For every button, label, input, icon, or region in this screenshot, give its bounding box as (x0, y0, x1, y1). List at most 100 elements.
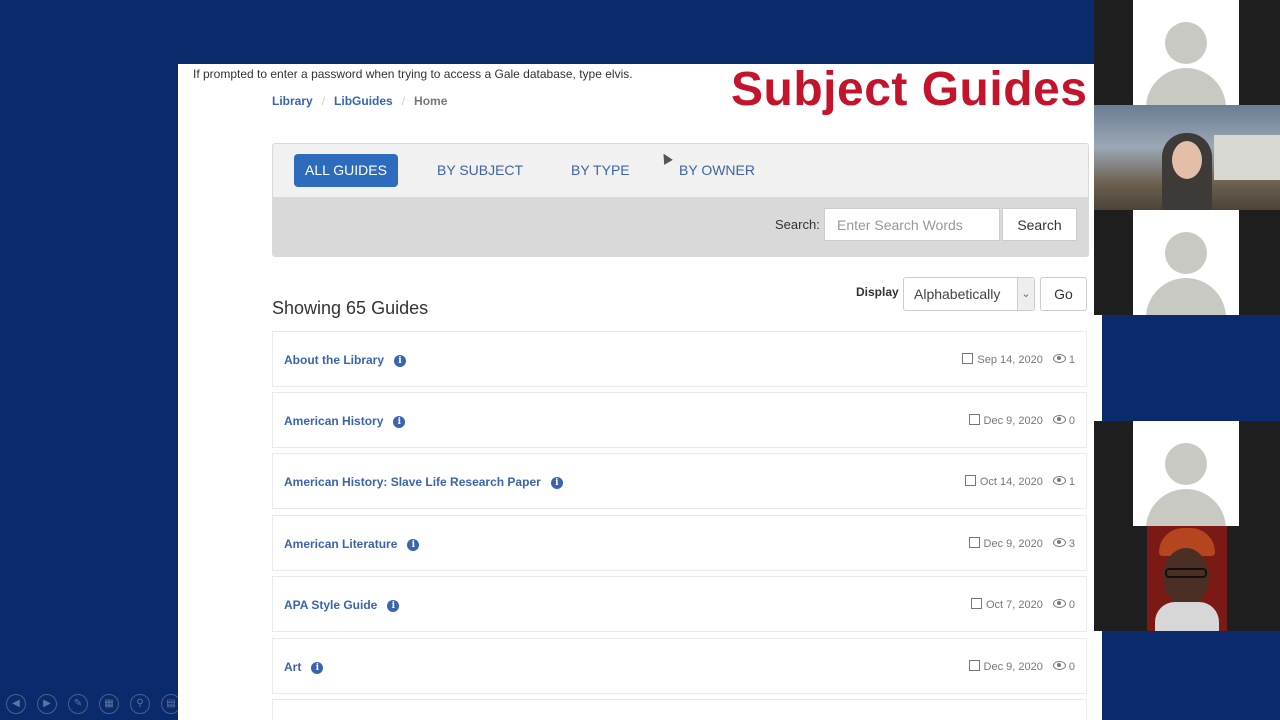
display-select-value: Alphabetically (914, 286, 1001, 302)
guide-meta: Dec 9, 2020 0 (968, 660, 1075, 673)
search-bar: Search: Enter Search Words Search (273, 197, 1088, 256)
next-icon[interactable]: ▶ (37, 694, 57, 714)
avatar-placeholder-icon (1133, 421, 1239, 526)
password-notice: If prompted to enter a password when try… (193, 67, 633, 81)
guide-views: 0 (1068, 415, 1075, 427)
guide-link[interactable]: APA Style Guide i (284, 598, 400, 612)
guide-title[interactable]: American Literature (284, 537, 397, 551)
guide-views: 1 (1068, 354, 1075, 366)
info-icon[interactable]: i (407, 538, 420, 551)
guide-title[interactable]: APA Style Guide (284, 598, 377, 612)
more-icon[interactable]: ⋯ (192, 694, 212, 714)
edit-icon (971, 598, 982, 609)
info-icon[interactable]: i (387, 599, 400, 612)
slides-grid-icon[interactable]: ▦ (99, 694, 119, 714)
guide-date: Dec 9, 2020 (983, 415, 1043, 427)
eye-icon (1052, 354, 1066, 363)
info-icon[interactable]: i (393, 415, 406, 428)
search-label: Search: (775, 217, 820, 232)
slide-headline: Subject Guides (731, 64, 1088, 116)
guide-meta: Oct 7, 2020 0 (971, 598, 1075, 611)
subtitles-icon[interactable]: ▤ (161, 694, 181, 714)
previous-icon[interactable]: ◀ (6, 694, 26, 714)
guide-row (272, 699, 1087, 720)
building-background (1214, 135, 1280, 180)
video-frame-right (1227, 526, 1280, 631)
breadcrumb-libguides[interactable]: LibGuides (334, 94, 393, 108)
participant-glasses (1165, 568, 1207, 578)
participant-shirt (1155, 602, 1219, 631)
guide-row: American History i Dec 9, 2020 0 (272, 392, 1087, 448)
zoom-icon[interactable]: ⚲ (130, 694, 150, 714)
guide-date: Oct 7, 2020 (986, 599, 1043, 611)
tab-by-type[interactable]: BY TYPE (560, 154, 641, 187)
guide-row: About the Library i Sep 14, 2020 1 (272, 331, 1087, 387)
tab-by-owner[interactable]: BY OWNER (668, 154, 766, 187)
guide-link[interactable]: American History i (284, 414, 406, 428)
guide-views: 3 (1068, 538, 1075, 550)
avatar-placeholder-icon (1133, 210, 1239, 315)
guide-title[interactable]: American History: Slave Life Research Pa… (284, 475, 541, 489)
guide-views: 1 (1068, 476, 1075, 488)
avatar-placeholder-icon (1133, 0, 1239, 105)
guide-meta: Dec 9, 2020 0 (968, 414, 1075, 427)
participant-tile[interactable] (1094, 210, 1280, 315)
breadcrumb: Library / LibGuides / Home (272, 94, 448, 108)
guide-views: 0 (1068, 599, 1075, 611)
eye-icon (1052, 599, 1066, 608)
guide-link[interactable]: American History: Slave Life Research Pa… (284, 475, 563, 489)
guide-link[interactable]: About the Library i (284, 353, 407, 367)
info-icon[interactable]: i (550, 476, 563, 489)
edit-icon (964, 475, 976, 486)
participant-video[interactable] (1147, 526, 1227, 631)
guide-meta: Oct 14, 2020 1 (964, 475, 1075, 488)
info-icon[interactable]: i (394, 354, 407, 367)
tab-all-guides[interactable]: ALL GUIDES (294, 154, 398, 187)
breadcrumb-library[interactable]: Library (272, 94, 313, 108)
participant-tile[interactable] (1094, 0, 1280, 105)
guide-meta: Sep 14, 2020 1 (962, 353, 1075, 366)
guide-row: American Literature i Dec 9, 2020 3 (272, 515, 1087, 571)
guide-date: Sep 14, 2020 (977, 354, 1043, 366)
guide-title[interactable]: American History (284, 414, 383, 428)
guides-filter-panel: ALL GUIDES BY SUBJECT BY TYPE BY OWNER S… (272, 143, 1089, 257)
guide-link[interactable]: Art i (284, 660, 324, 674)
tab-by-subject[interactable]: BY SUBJECT (426, 154, 534, 187)
search-button[interactable]: Search (1002, 208, 1077, 241)
participant-face (1172, 141, 1202, 179)
pen-icon[interactable]: ✎ (68, 694, 88, 714)
presentation-slide: If prompted to enter a password when try… (178, 64, 1102, 720)
eye-icon (1052, 476, 1066, 485)
edit-icon (968, 414, 980, 425)
search-input[interactable]: Enter Search Words (824, 208, 1000, 241)
breadcrumb-home: Home (414, 94, 448, 108)
edit-icon (962, 353, 974, 364)
guide-row: APA Style Guide i Oct 7, 2020 0 (272, 576, 1087, 632)
guide-views: 0 (1068, 661, 1075, 673)
guide-link[interactable]: American Literature i (284, 537, 420, 551)
eye-icon (1052, 538, 1066, 547)
guide-title[interactable]: Art (284, 660, 301, 674)
guides-count: Showing 65 Guides (272, 298, 429, 318)
display-select[interactable]: Alphabetically ⌄ (903, 277, 1035, 311)
edit-icon (968, 660, 980, 671)
participant-video[interactable] (1094, 105, 1280, 210)
eye-icon (1052, 661, 1066, 670)
guide-row: American History: Slave Life Research Pa… (272, 453, 1087, 509)
go-button[interactable]: Go (1040, 277, 1087, 311)
info-icon[interactable]: i (311, 661, 324, 674)
display-label: Display (856, 285, 899, 299)
guide-tabs: ALL GUIDES BY SUBJECT BY TYPE BY OWNER (273, 144, 1088, 197)
guide-row: Art i Dec 9, 2020 0 (272, 638, 1087, 694)
guide-date: Dec 9, 2020 (983, 661, 1043, 673)
eye-icon (1052, 415, 1066, 424)
guide-date: Dec 9, 2020 (983, 538, 1043, 550)
edit-icon (968, 537, 980, 548)
video-frame-left (1094, 526, 1147, 631)
guide-meta: Dec 9, 2020 3 (968, 537, 1075, 550)
slideshow-controls: ◀ ▶ ✎ ▦ ⚲ ▤ ⋯ (6, 694, 223, 714)
guide-title[interactable]: About the Library (284, 353, 384, 367)
guide-date: Oct 14, 2020 (979, 476, 1043, 488)
participant-tile[interactable] (1094, 421, 1280, 526)
chevron-down-icon: ⌄ (1017, 278, 1034, 310)
